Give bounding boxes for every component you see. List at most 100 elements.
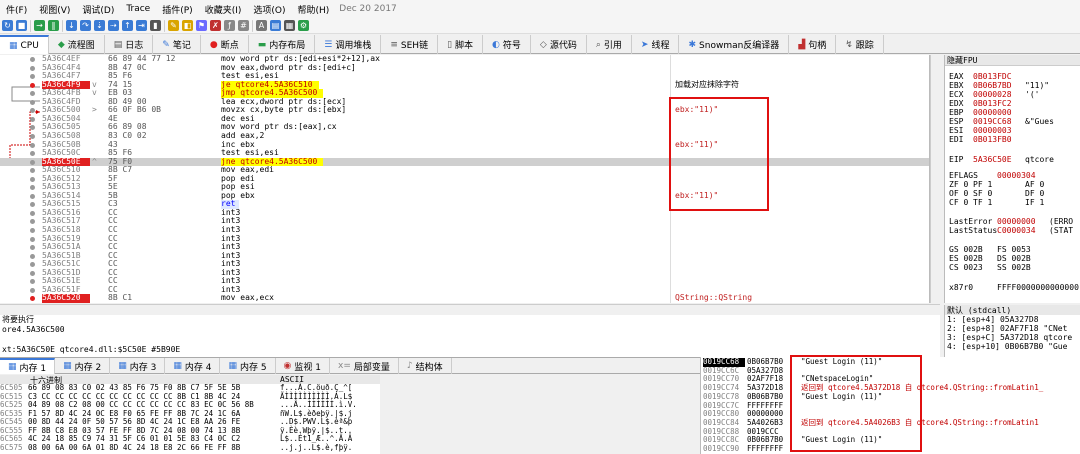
register-value[interactable]: 0019CC68	[973, 117, 1025, 126]
disasm-row[interactable]: 5A36C512 5F pop edi	[0, 174, 929, 184]
breakpoint-dot-icon[interactable]	[30, 65, 35, 71]
breakpoint-dot-icon[interactable]	[30, 116, 35, 122]
tab-notes[interactable]: ✎ 笔记	[153, 35, 201, 54]
menu-item[interactable]: 插件(P)	[156, 3, 198, 16]
bottom-tab[interactable]: ▦ 内存 4	[165, 358, 221, 374]
patch-icon[interactable]: ✗	[210, 20, 221, 31]
step-over-icon[interactable]: ↷	[80, 20, 91, 31]
disasm-row[interactable]: 5A36C51D CC int3	[0, 268, 929, 278]
menu-item[interactable]: 调试(D)	[76, 3, 120, 16]
register-value[interactable]: 0B013FDC	[973, 72, 1025, 81]
tab-symbols[interactable]: ◐ 符号	[483, 35, 531, 54]
registers-pane[interactable]: 隐藏FPU EAX 0B013FDC EBX 0B06B7BD "11)" ECX 0000…	[944, 55, 1080, 303]
menu-item[interactable]: Trace	[120, 4, 156, 14]
menu-item[interactable]: 件(F)	[0, 3, 33, 16]
disasm-row[interactable]: 5A36C515 C3 ret	[0, 200, 929, 210]
tab-trace[interactable]: ↯ 跟踪	[836, 35, 884, 54]
breakpoint-dot-icon[interactable]	[30, 151, 35, 157]
bottom-tab[interactable]: ▦ 内存 5	[220, 358, 276, 374]
disasm-row[interactable]: 5A36C517 CC int3	[0, 217, 929, 226]
stop-icon[interactable]: ■	[16, 20, 27, 31]
tab-source[interactable]: ◇ 源代码	[531, 35, 587, 54]
register-cf-0[interactable]: CF 0 TF 1 IF 1	[949, 198, 1044, 207]
breakpoint-dot-icon[interactable]	[30, 82, 35, 88]
call-arg-row[interactable]: 3: [esp+C] 5A372D18 qtcore	[945, 333, 1080, 342]
tab-handles[interactable]: ▟ 句柄	[789, 35, 837, 54]
register-value[interactable]: FS 0053	[997, 245, 1049, 254]
disasm-row[interactable]: 5A36C51E CC int3	[0, 277, 929, 286]
disasm-row[interactable]: 5A36C4F7 85 F6 test esi,esi	[0, 71, 929, 81]
bottom-tab[interactable]: ▦ 内存 1	[0, 358, 56, 374]
register-cs-0023[interactable]: CS 0023 SS 002B	[949, 263, 1049, 272]
tab-script[interactable]: ▯ 脚本	[438, 35, 484, 54]
register-value[interactable]: 5A36C50E	[973, 155, 1025, 164]
bottom-tab[interactable]: ♪ 结构体	[399, 358, 452, 374]
breakpoint-dot-icon[interactable]	[30, 253, 35, 259]
register-value[interactable]: 0B013FB0	[973, 135, 1025, 144]
breakpoint-dot-icon[interactable]	[30, 176, 35, 182]
disasm-row[interactable]: 5A36C4F4 8B 47 0C mov eax,dword ptr ds:[ed…	[0, 63, 929, 73]
comment-icon[interactable]: ✎	[168, 20, 179, 31]
register-value[interactable]: TF 1	[973, 198, 1025, 207]
register-eflags[interactable]: EFLAGS 00000304	[949, 171, 1049, 180]
menu-item[interactable]: 选项(O)	[247, 3, 291, 16]
breakpoint-dot-icon[interactable]	[30, 91, 35, 97]
disassembly-pane[interactable]: 5A36C4EF 66 89 44 77 12 mov word ptr ds:[e…	[0, 55, 930, 303]
disasm-row[interactable]: 5A36C518 CC int3	[0, 225, 929, 235]
breakpoint-dot-icon[interactable]	[30, 193, 35, 199]
disasm-row[interactable]: 5A36C51B CC int3	[0, 251, 929, 261]
call-arg-row[interactable]: 1: [esp+4] 05A327D8	[945, 315, 1080, 324]
memory-icon[interactable]: ▦	[284, 20, 295, 31]
step-into-icon[interactable]: ↓	[66, 20, 77, 31]
register-es-002b[interactable]: ES 002B DS 002B	[949, 254, 1049, 263]
script-icon[interactable]: ▤	[270, 20, 281, 31]
tab-graph[interactable]: ◆ 流程图	[49, 35, 105, 54]
label-icon[interactable]: ◧	[182, 20, 193, 31]
disasm-row[interactable]: 5A36C51F CC int3	[0, 285, 929, 295]
tab-cpu[interactable]: ▦ CPU	[0, 35, 49, 54]
disasm-row[interactable]: 5A36C514 5B pop ebx ebx:"11)"	[0, 191, 929, 201]
hash-icon[interactable]: #	[238, 20, 249, 31]
disasm-row[interactable]: 5A36C510 8B C7 mov eax,edi	[0, 165, 929, 175]
disasm-row[interactable]: 5A36C50E ^ 75 F0 jne qtcore4.5A36C500	[0, 157, 929, 167]
breakpoint-dot-icon[interactable]	[30, 262, 35, 268]
disasm-row[interactable]: 5A36C50B 43 inc ebx ebx:"11)"	[0, 140, 929, 150]
disasm-row[interactable]: 5A36C4F9 v 74 15 je qtcore4.5A36C510 加载对应抹除字…	[0, 80, 929, 90]
disasm-row[interactable]: 5A36C50C 85 F6 test esi,esi	[0, 148, 929, 158]
register-value[interactable]: 00000000	[973, 108, 1025, 117]
breakpoint-dot-icon[interactable]	[30, 74, 35, 80]
registers-header[interactable]: 隐藏FPU	[945, 55, 1080, 66]
disasm-row[interactable]: 5A36C508 83 C0 02 add eax,2	[0, 131, 929, 141]
breakpoint-dot-icon[interactable]	[30, 236, 35, 242]
restart-icon[interactable]: ↻	[2, 20, 13, 31]
call-args-pane[interactable]: 默认 (stdcall) 1: [esp+4] 05A327D8 2: [esp+…	[944, 305, 1080, 357]
tab-seh[interactable]: ≡ SEH链	[381, 35, 439, 54]
breakpoint-dot-icon[interactable]	[30, 296, 35, 302]
tab-references[interactable]: ⌕ 引用	[587, 35, 632, 54]
menu-item[interactable]: 视图(V)	[33, 3, 76, 16]
memory-dump-pane[interactable]: 十六进制 ASCII 6C505 66 89 08 83 C0 02 43 85 …	[0, 375, 380, 454]
tab-threads[interactable]: ➤ 线程	[632, 35, 680, 54]
disasm-row[interactable]: 5A36C51C CC int3	[0, 259, 929, 269]
breakpoint-dot-icon[interactable]	[30, 133, 35, 139]
animate-icon[interactable]: ▮	[150, 20, 161, 31]
bottom-tab[interactable]: x= 局部变量	[330, 358, 399, 374]
breakpoint-dot-icon[interactable]	[30, 99, 35, 105]
settings-icon[interactable]: ⚙	[298, 20, 309, 31]
register-esp[interactable]: ESP 0019CC68 &"Gues	[949, 117, 1054, 126]
register-value[interactable]: 00000003	[973, 126, 1025, 135]
breakpoint-dot-icon[interactable]	[30, 108, 35, 114]
breakpoint-dot-icon[interactable]	[30, 279, 35, 285]
function-icon[interactable]: ƒ	[224, 20, 235, 31]
register-value[interactable]: 00000304	[997, 171, 1049, 180]
menu-item[interactable]: 收藏夹(I)	[199, 3, 248, 16]
register-value[interactable]: 00000028	[973, 90, 1025, 99]
register-value[interactable]: DS 002B	[997, 254, 1049, 263]
bottom-tab[interactable]: ▦ 内存 2	[55, 358, 111, 374]
disassembly-scrollbar[interactable]	[930, 55, 944, 303]
calling-convention-select[interactable]: 默认 (stdcall)	[945, 305, 1080, 315]
disasm-row[interactable]: 5A36C519 CC int3	[0, 234, 929, 244]
disasm-row[interactable]: 5A36C51A CC int3	[0, 242, 929, 252]
disasm-row[interactable]: 5A36C520 8B C1 mov eax,ecx QString::QString	[0, 294, 929, 303]
register-x87r0[interactable]: x87r0 FFFF0000000000000	[949, 283, 1079, 292]
